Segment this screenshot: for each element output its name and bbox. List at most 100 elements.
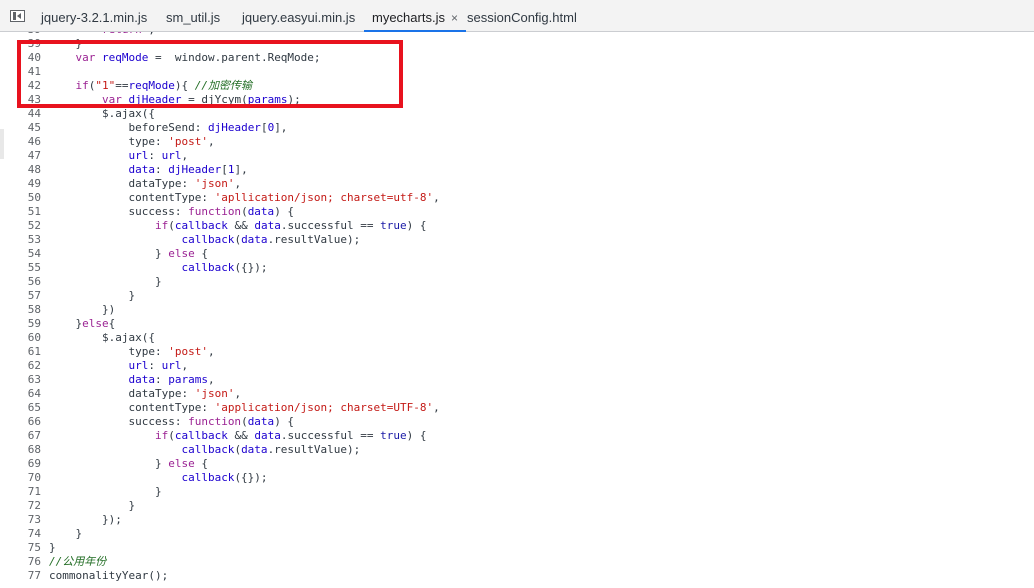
line-number[interactable]: 45 xyxy=(0,121,41,135)
line-number[interactable]: 61 xyxy=(0,345,41,359)
line-number[interactable]: 47 xyxy=(0,149,41,163)
code-text: if("1"==reqMode){ //加密传输 xyxy=(75,79,252,92)
code-line: 46 type: 'post', xyxy=(0,135,1034,149)
tab-label: jquery.easyui.min.js xyxy=(242,10,356,25)
tab-jquery-min[interactable]: jquery-3.2.1.min.js xyxy=(41,0,147,31)
tab-session-config[interactable]: sessionConfig.html xyxy=(467,0,577,31)
line-number[interactable]: 42 xyxy=(0,79,41,93)
line-number[interactable]: 48 xyxy=(0,163,41,177)
line-number[interactable]: 72 xyxy=(0,499,41,513)
code-text: url: url, xyxy=(128,149,189,162)
line-number[interactable]: 53 xyxy=(0,233,41,247)
line-number[interactable]: 68 xyxy=(0,443,41,457)
code-line: 45 beforeSend: djHeader[0], xyxy=(0,121,1034,135)
line-number[interactable]: 41 xyxy=(0,65,41,79)
line-number[interactable]: 50 xyxy=(0,191,41,205)
line-number[interactable]: 51 xyxy=(0,205,41,219)
code-line: 49 dataType: 'json', xyxy=(0,177,1034,191)
code-text: type: 'post', xyxy=(49,135,215,148)
tab-jquery-easyui[interactable]: jquery.easyui.min.js xyxy=(242,0,355,31)
line-number[interactable]: 39 xyxy=(0,37,41,51)
code-line: 65 contentType: 'application/json; chars… xyxy=(0,401,1034,415)
line-number[interactable]: 62 xyxy=(0,359,41,373)
code-text: beforeSend: djHeader[0], xyxy=(49,121,288,134)
code-text: } xyxy=(49,37,83,50)
tab-label: sm_util.js xyxy=(166,10,221,25)
code-line: 55 callback({}); xyxy=(0,261,1034,275)
line-number[interactable]: 55 xyxy=(0,261,41,275)
line-number[interactable]: 60 xyxy=(0,331,41,345)
line-number[interactable]: 73 xyxy=(0,513,41,527)
line-number[interactable]: 49 xyxy=(0,177,41,191)
line-number[interactable]: 66 xyxy=(0,415,41,429)
code-line: 51 success: function(data) { xyxy=(0,205,1034,219)
code-line: 77 commonalityYear(); xyxy=(0,569,1034,583)
tab-label: jquery-3.2.1.min.js xyxy=(41,10,148,25)
code-line: 48 data: djHeader[1], xyxy=(0,163,1034,177)
code-line: 54 } else { xyxy=(0,247,1034,261)
code-text: if(callback && data.successful == true) … xyxy=(154,429,427,442)
code-text: $.ajax({ xyxy=(49,107,155,120)
code-line: 39 } xyxy=(0,37,1034,51)
code-line: 53 callback(data.resultValue); xyxy=(0,233,1034,247)
line-number[interactable]: 77 xyxy=(0,569,41,583)
line-number[interactable]: 64 xyxy=(0,387,41,401)
code-text: dataType: 'json', xyxy=(49,177,242,190)
line-number[interactable]: 65 xyxy=(0,401,41,415)
code-line: 60 $.ajax({ xyxy=(0,331,1034,345)
code-text: data: params, xyxy=(128,373,215,386)
tab-sm-util[interactable]: sm_util.js xyxy=(166,0,220,31)
code-text: } xyxy=(49,485,162,498)
line-number[interactable]: 59 xyxy=(0,317,41,331)
line-number[interactable]: 70 xyxy=(0,471,41,485)
line-number[interactable]: 43 xyxy=(0,93,41,107)
code-text: dataType: 'json', xyxy=(49,387,242,400)
code-line: 63 data: params, xyxy=(0,373,1034,387)
code-text: success: function(data) { xyxy=(49,205,295,218)
line-number[interactable]: 46 xyxy=(0,135,41,149)
code-text: type: 'post', xyxy=(49,345,215,358)
code-line: 40 var reqMode = window.parent.ReqMode; xyxy=(0,51,1034,65)
code-line: 57 } xyxy=(0,289,1034,303)
line-number[interactable]: 76 xyxy=(0,555,41,569)
tab-myecharts[interactable]: myecharts.js × xyxy=(364,0,466,32)
code-line: 58 }) xyxy=(0,303,1034,317)
line-number[interactable]: 71 xyxy=(0,485,41,499)
code-text: data: djHeader[1], xyxy=(128,163,248,176)
code-line: 76 //公用年份 xyxy=(0,555,1034,569)
line-number[interactable]: 75 xyxy=(0,541,41,555)
line-number[interactable]: 54 xyxy=(0,247,41,261)
tab-label: sessionConfig.html xyxy=(467,10,577,25)
code-text: success: function(data) { xyxy=(49,415,295,428)
line-number[interactable]: 74 xyxy=(0,527,41,541)
line-number[interactable]: 69 xyxy=(0,457,41,471)
code-text: } else { xyxy=(49,457,208,470)
code-text: var reqMode = window.parent.ReqMode; xyxy=(75,51,321,64)
line-number[interactable]: 56 xyxy=(0,275,41,289)
code-line: 41 xyxy=(0,65,1034,79)
code-editor[interactable]: 39 return ;39 }40 var reqMode = window.p… xyxy=(0,32,1034,588)
code-text: if(callback && data.successful == true) … xyxy=(154,219,427,232)
code-line: 69 } else { xyxy=(0,457,1034,471)
code-text: $.ajax({ xyxy=(49,331,155,344)
line-number[interactable]: 44 xyxy=(0,107,41,121)
line-number[interactable]: 52 xyxy=(0,219,41,233)
code-text: } xyxy=(49,499,136,512)
line-number[interactable]: 57 xyxy=(0,289,41,303)
code-line: 66 success: function(data) { xyxy=(0,415,1034,429)
sidebar-toggle-icon[interactable] xyxy=(10,10,25,22)
line-number[interactable]: 40 xyxy=(0,51,41,65)
close-icon[interactable]: × xyxy=(451,11,458,25)
code-line: 44 $.ajax({ xyxy=(0,107,1034,121)
code-line: 43 var djHeader = djYcym(params); xyxy=(0,93,1034,107)
line-number[interactable]: 58 xyxy=(0,303,41,317)
code-text: url: url, xyxy=(128,359,189,372)
code-text: }); xyxy=(49,513,122,526)
code-text: //公用年份 xyxy=(49,555,107,568)
code-line: 42 if("1"==reqMode){ //加密传输 xyxy=(0,79,1034,93)
code-line: 62 url: url, xyxy=(0,359,1034,373)
line-number[interactable]: 67 xyxy=(0,429,41,443)
editor-tab-bar: jquery-3.2.1.min.js sm_util.js jquery.ea… xyxy=(0,0,1034,32)
code-text: callback({}); xyxy=(181,471,268,484)
line-number[interactable]: 63 xyxy=(0,373,41,387)
